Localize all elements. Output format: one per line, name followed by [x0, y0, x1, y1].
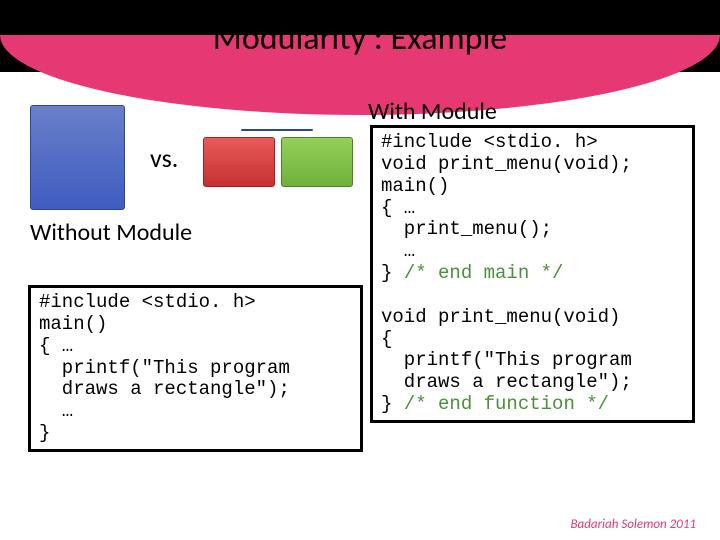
code-line: main() — [381, 175, 449, 197]
module-block-blue — [241, 129, 313, 131]
code-comment: /* end function */ — [404, 393, 609, 415]
code-line: } — [381, 262, 404, 284]
code-line: main() — [39, 313, 107, 335]
code-line: draws a rectangle"); — [39, 378, 290, 400]
code-line: draws a rectangle"); — [381, 371, 632, 393]
code-line: #include <stdio. h> — [381, 131, 598, 153]
code-line: } — [39, 422, 50, 444]
code-line: { … — [39, 335, 73, 357]
code-without-module: #include <stdio. h> main() { … printf("T… — [28, 285, 363, 452]
code-comment: /* end main */ — [404, 262, 564, 284]
monolithic-block — [30, 105, 125, 210]
slide-title: Modularity : Example — [0, 18, 720, 59]
code-line: { — [381, 328, 392, 350]
module-block-green — [281, 137, 353, 187]
modular-blocks — [203, 129, 353, 187]
code-with-module: #include <stdio. h> void print_menu(void… — [370, 125, 695, 423]
code-line: void print_menu(void) — [381, 306, 620, 328]
code-line: } — [381, 393, 404, 415]
code-line: printf("This program — [381, 349, 632, 371]
code-line: … — [39, 400, 73, 422]
with-module-label: With Module — [368, 97, 497, 126]
code-line: printf("This program — [39, 357, 290, 379]
code-line: void print_menu(void); — [381, 153, 632, 175]
code-line: { … — [381, 197, 415, 219]
vs-text: vs. — [150, 142, 178, 174]
code-line: #include <stdio. h> — [39, 291, 256, 313]
content-area: With Module vs. Without Module #include … — [0, 95, 720, 249]
code-line: … — [381, 240, 415, 262]
module-block-red — [203, 137, 275, 187]
footer-credit: Badariah Solemon 2011 — [570, 517, 696, 532]
code-line: print_menu(); — [381, 218, 552, 240]
